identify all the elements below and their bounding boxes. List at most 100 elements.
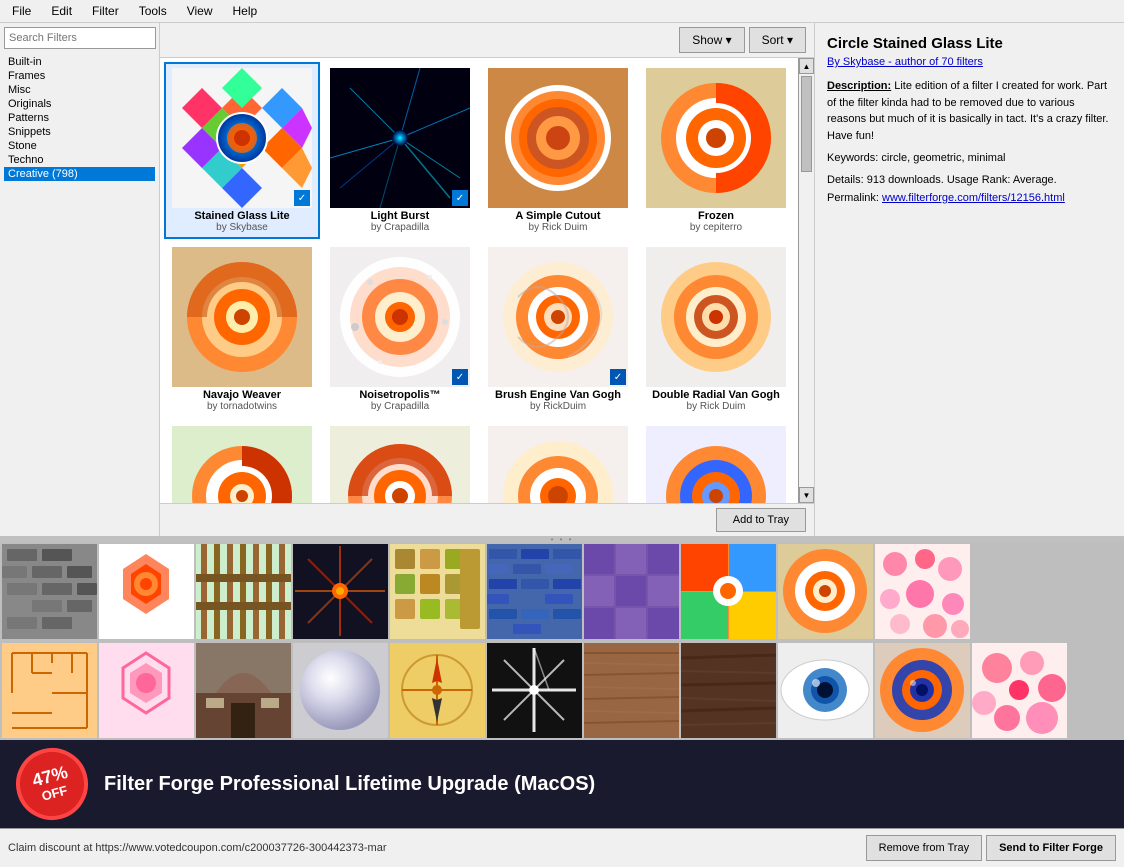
filter-toolbar: Show ▾ Sort ▾ (160, 23, 814, 58)
promo-banner: 47% OFF ✦ Filter Forge Professional Life… (0, 740, 1124, 828)
tray-item-brick[interactable] (2, 544, 97, 639)
filter-thumb-frozen (646, 68, 786, 208)
filter-author-cutout: by Rick Duim (529, 222, 588, 233)
filter-thumb-brush-van-gogh: ✓ (488, 247, 628, 387)
filter-thumb-row3-2 (330, 426, 470, 503)
category-patterns[interactable]: Patterns (4, 111, 155, 125)
filter-grid-area: ✓ Stained Glass Lite by Skybase (160, 58, 814, 503)
tray-item-wood[interactable] (584, 643, 679, 738)
menu-filter[interactable]: Filter (84, 2, 127, 20)
filter-thumb-light-burst: ✓ (330, 68, 470, 208)
menu-file[interactable]: File (4, 2, 39, 20)
bottom-bar: Claim discount at https://www.votedcoupo… (0, 828, 1124, 867)
filter-author-noisetropolis: by Crapadilla (371, 401, 429, 412)
filter-item-row3-1[interactable]: ✓ Color Halftone Dots by someone (164, 420, 320, 503)
details-text: 913 downloads. Usage Rank: Average. (867, 174, 1057, 186)
add-to-tray-button[interactable]: Add to Tray (716, 508, 806, 532)
category-stone[interactable]: Stone (4, 139, 155, 153)
tray-item-brick-blue[interactable] (487, 544, 582, 639)
filter-item-navajo[interactable]: Navajo Weaver by tornadotwins (164, 241, 320, 418)
scroll-up-button[interactable]: ▲ (799, 58, 814, 74)
filter-item-brush-van-gogh[interactable]: ✓ Brush Engine Van Gogh by RickDuim (480, 241, 636, 418)
tray-row-1 (0, 542, 1124, 641)
tray-item-wood-dark[interactable] (681, 643, 776, 738)
tray-item-dark-burst[interactable] (293, 544, 388, 639)
tray-item-compass[interactable] (390, 643, 485, 738)
tray-item-fence[interactable] (196, 544, 291, 639)
left-panel: Find Built-in Frames Misc Originals Patt… (0, 23, 160, 536)
detail-by-link[interactable]: By Skybase - author of 70 filters (827, 56, 983, 68)
tray-item-hex-pink[interactable] (99, 643, 194, 738)
show-button[interactable]: Show ▾ (679, 27, 744, 53)
filter-name-navajo: Navajo Weaver (203, 389, 281, 401)
category-built-in[interactable]: Built-in (4, 55, 155, 69)
tray-item-ring-photo[interactable] (778, 544, 873, 639)
detail-keywords: Keywords: circle, geometric, minimal (827, 152, 1112, 164)
category-misc[interactable]: Misc (4, 83, 155, 97)
filter-author-frozen: by cepiterro (690, 222, 742, 233)
filter-thumb-stained-glass: ✓ (172, 68, 312, 208)
filter-item-double-radial[interactable]: Double Radial Van Gogh by Rick Duim (638, 241, 794, 418)
permalink-link[interactable]: www.filterforge.com/filters/12156.html (882, 192, 1065, 204)
checkmark-noisetropolis: ✓ (452, 369, 468, 385)
filter-item-row3-4[interactable]: Double Radial by someone (638, 420, 794, 503)
grid-scrollbar[interactable]: ▲ ▼ (798, 58, 814, 503)
scroll-down-button[interactable]: ▼ (799, 487, 814, 503)
keywords-text: circle, geometric, minimal (881, 152, 1005, 164)
filter-item-noisetropolis[interactable]: ✓ Noisetropolis™ by Crapadilla (322, 241, 478, 418)
tray-item-sphere[interactable] (293, 643, 388, 738)
send-to-filter-forge-button[interactable]: Send to Filter Forge (986, 835, 1116, 861)
remove-from-tray-button[interactable]: Remove from Tray (866, 835, 982, 861)
app-window: File Edit Filter Tools View Help Find Bu… (0, 0, 1124, 867)
tray-item-purple[interactable] (584, 544, 679, 639)
tray-item-floral[interactable] (972, 643, 1067, 738)
search-area: Find (4, 27, 155, 49)
tray-item-eye-ring[interactable] (875, 643, 970, 738)
filter-thumb-navajo (172, 247, 312, 387)
filter-name-stained-glass: Stained Glass Lite (194, 210, 289, 222)
menu-tools[interactable]: Tools (131, 2, 175, 20)
category-frames[interactable]: Frames (4, 69, 155, 83)
tray-item-flowers[interactable] (875, 544, 970, 639)
tray-item-arch[interactable] (196, 643, 291, 738)
detail-by: By Skybase - author of 70 filters (827, 56, 1112, 68)
detail-description: Description: Lite edition of a filter I … (827, 78, 1112, 144)
tray-item-eye-blue[interactable] (778, 643, 873, 738)
tray-item-black-burst[interactable] (487, 643, 582, 738)
keywords-label: Keywords: (827, 152, 878, 164)
tray-item-mosaic[interactable] (390, 544, 485, 639)
menu-help[interactable]: Help (225, 2, 266, 20)
filter-item-stained-glass[interactable]: ✓ Stained Glass Lite by Skybase (164, 62, 320, 239)
discount-badge-container: 47% OFF ✦ (16, 748, 88, 820)
right-panel: Circle Stained Glass Lite By Skybase - a… (814, 23, 1124, 536)
filter-item-frozen[interactable]: Frozen by cepiterro (638, 62, 794, 239)
checkmark-light-burst: ✓ (452, 190, 468, 206)
search-input[interactable] (4, 27, 156, 49)
checkmark-stained-glass: ✓ (294, 190, 310, 206)
detail-title: Circle Stained Glass Lite (827, 35, 1112, 52)
category-creative[interactable]: Creative (798) (4, 167, 155, 181)
center-panel: Show ▾ Sort ▾ (160, 23, 814, 536)
filter-item-light-burst[interactable]: ✓ Light Burst by Crapadilla (322, 62, 478, 239)
bottom-buttons: Remove from Tray Send to Filter Forge (866, 835, 1116, 861)
category-techno[interactable]: Techno (4, 153, 155, 167)
filter-grid: ✓ Stained Glass Lite by Skybase (160, 58, 798, 503)
filter-thumb-double-radial (646, 247, 786, 387)
tray-item-hex-orange[interactable] (99, 544, 194, 639)
category-originals[interactable]: Originals (4, 97, 155, 111)
filter-thumb-cutout (488, 68, 628, 208)
filter-name-cutout: A Simple Cutout (515, 210, 600, 222)
tray-item-colorful[interactable] (681, 544, 776, 639)
filter-author-navajo: by tornadotwins (207, 401, 277, 412)
filter-item-row3-2[interactable]: Glass Balls by someone (322, 420, 478, 503)
category-snippets[interactable]: Snippets (4, 125, 155, 139)
filter-name-double-radial: Double Radial Van Gogh (652, 389, 780, 401)
filter-item-row3-3[interactable]: Brush Van Gogh by RickDuim (480, 420, 636, 503)
menu-view[interactable]: View (179, 2, 221, 20)
filter-thumb-row3-4 (646, 426, 786, 503)
sort-button[interactable]: Sort ▾ (749, 27, 806, 53)
menu-edit[interactable]: Edit (43, 2, 80, 20)
filter-grid-scroll[interactable]: ✓ Stained Glass Lite by Skybase (160, 58, 798, 503)
tray-item-maze[interactable] (2, 643, 97, 738)
filter-item-cutout[interactable]: A Simple Cutout by Rick Duim (480, 62, 636, 239)
